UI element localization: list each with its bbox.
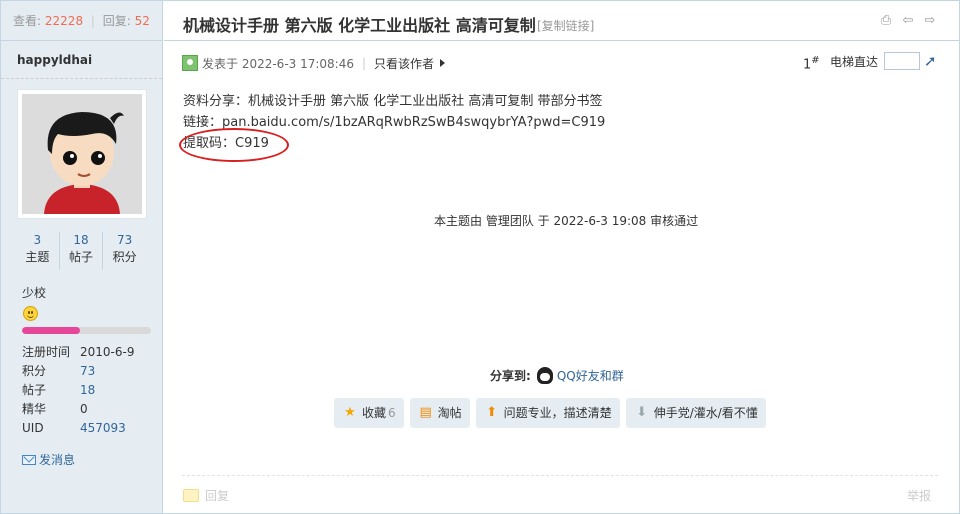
meta-divider: | [362, 56, 367, 70]
only-author-link[interactable]: 只看该作者 [374, 55, 434, 72]
footer-divider [182, 475, 938, 476]
profile-row: 帖子 18 [22, 381, 157, 400]
count-label: 积分 [112, 250, 137, 264]
previous-thread-icon[interactable]: ⇦ [901, 14, 915, 28]
author-profile: 注册时间 2010-6-9 积分 73 帖子 18 精华 0 UID 45709… [22, 343, 157, 438]
count-posts[interactable]: 18 帖子 [58, 232, 103, 270]
arrow-up-icon: ⬆ [486, 405, 498, 420]
post-actions: ★ 收藏 6 ▤ 淘帖 ⬆ 问题专业，描述清楚 ⬇ 伸手党/灌水/看不懂 [334, 398, 766, 428]
profile-key: UID [22, 421, 44, 435]
reply-label: 回复 [205, 489, 230, 503]
count-value: 3 [33, 233, 42, 247]
avatar[interactable] [17, 89, 147, 219]
count-label: 主题 [25, 250, 50, 264]
share-label: 分享到: [490, 369, 531, 383]
replies-label: 回复: [102, 14, 131, 28]
profile-key: 精华 [22, 402, 47, 416]
go-arrow-icon[interactable]: ➚ [924, 53, 940, 69]
elevator-input[interactable] [884, 52, 920, 70]
copy-link-button[interactable]: [复制链接] [537, 17, 594, 34]
profile-row: 精华 0 [22, 400, 157, 419]
count-topics[interactable]: 3 主题 [16, 232, 59, 270]
profile-value: 2010-6-9 [80, 345, 135, 359]
post-main: 机械设计手册 第六版 化学工业出版社 高清可复制 [复制链接] ⎙ ⇦ ⇨ 发表… [164, 1, 959, 513]
level-progress-bar [22, 327, 151, 334]
qq-icon [536, 367, 553, 384]
views-count: 22228 [44, 14, 84, 28]
support-label: 问题专业，描述清楚 [503, 406, 612, 420]
highlight-ellipse [179, 128, 289, 162]
oppose-button[interactable]: ⬇ 伸手党/灌水/看不懂 [625, 398, 766, 428]
content-line: 资料分享：机械设计手册 第六版 化学工业出版社 高清可复制 带部分书签 [183, 94, 603, 109]
count-label: 帖子 [69, 250, 94, 264]
author-name[interactable]: happyldhai [1, 41, 162, 79]
profile-value[interactable]: 18 [80, 381, 95, 400]
level-progress-fill [22, 327, 81, 334]
favorite-button[interactable]: ★ 收藏 6 [334, 398, 404, 428]
profile-row: 注册时间 2010-6-9 [22, 343, 157, 362]
profile-key: 帖子 [22, 383, 47, 397]
favorite-label: 收藏 [362, 406, 387, 420]
count-value: 73 [117, 233, 133, 247]
profile-value: 0 [80, 402, 88, 416]
posted-at: 发表于 2022-6-3 17:08:46 [202, 56, 354, 71]
send-message-link[interactable]: 发消息 [22, 451, 75, 468]
stats-divider: | [90, 14, 95, 28]
thread-stats: 查看: 22228 | 回复: 52 [1, 1, 162, 41]
floor-number[interactable]: 1# [803, 55, 820, 72]
author-rank: 少校 [22, 286, 47, 300]
profile-key: 积分 [22, 364, 47, 378]
profile-value[interactable]: 73 [80, 362, 95, 381]
report-link[interactable]: 举报 [907, 487, 931, 504]
tao-button[interactable]: ▤ 淘帖 [409, 398, 470, 428]
profile-row: 积分 73 [22, 362, 157, 381]
reply-bubble-icon [183, 489, 199, 502]
elevator-label: 电梯直达 [830, 55, 879, 69]
thread-title: 机械设计手册 第六版 化学工业出版社 高清可复制 [183, 16, 536, 35]
thread-title-bar: 机械设计手册 第六版 化学工业出版社 高清可复制 [复制链接] ⎙ ⇦ ⇨ [164, 1, 959, 41]
send-message-label: 发消息 [39, 453, 76, 467]
views-label: 查看: [13, 14, 42, 28]
next-thread-icon[interactable]: ⇨ [923, 14, 937, 28]
tao-label: 淘帖 [437, 406, 462, 420]
post-content: 资料分享：机械设计手册 第六版 化学工业出版社 高清可复制 带部分书签 链接：p… [179, 91, 605, 162]
avatar-image [22, 94, 142, 214]
support-button[interactable]: ⬆ 问题专业，描述清楚 [475, 398, 620, 428]
share-qq-link[interactable]: QQ好友和群 [557, 367, 624, 384]
star-icon: ★ [344, 405, 356, 420]
floor-mark: # [811, 55, 820, 66]
envelope-icon [22, 454, 36, 465]
count-credits[interactable]: 73 积分 [102, 232, 146, 270]
profile-row: UID 457093 [22, 419, 157, 438]
print-icon[interactable]: ⎙ [879, 14, 893, 28]
arrow-down-icon: ⬇ [636, 405, 648, 420]
audit-notice: 本主题由 管理团队 于 2022-6-3 19:08 审核通过 [434, 214, 699, 228]
oppose-label: 伸手党/灌水/看不懂 [653, 406, 758, 420]
profile-key: 注册时间 [22, 345, 71, 359]
reply-button[interactable]: 回复 [183, 487, 229, 504]
caret-right-icon [440, 59, 446, 67]
favorite-count: 6 [388, 406, 396, 420]
count-value: 18 [73, 233, 89, 247]
replies-count: 52 [134, 14, 150, 28]
smiley-icon [23, 306, 38, 321]
online-status-icon [182, 55, 198, 71]
title-actions: ⎙ ⇦ ⇨ [879, 14, 937, 28]
profile-value[interactable]: 457093 [80, 419, 126, 438]
share-bar: 分享到: QQ好友和群 [490, 367, 624, 384]
post-meta: 发表于 2022-6-3 17:08:46 | 只看该作者 [182, 53, 446, 73]
author-counts: 3 主题 18 帖子 73 积分 [16, 232, 146, 270]
inbox-tray-icon: ▤ [419, 405, 432, 420]
